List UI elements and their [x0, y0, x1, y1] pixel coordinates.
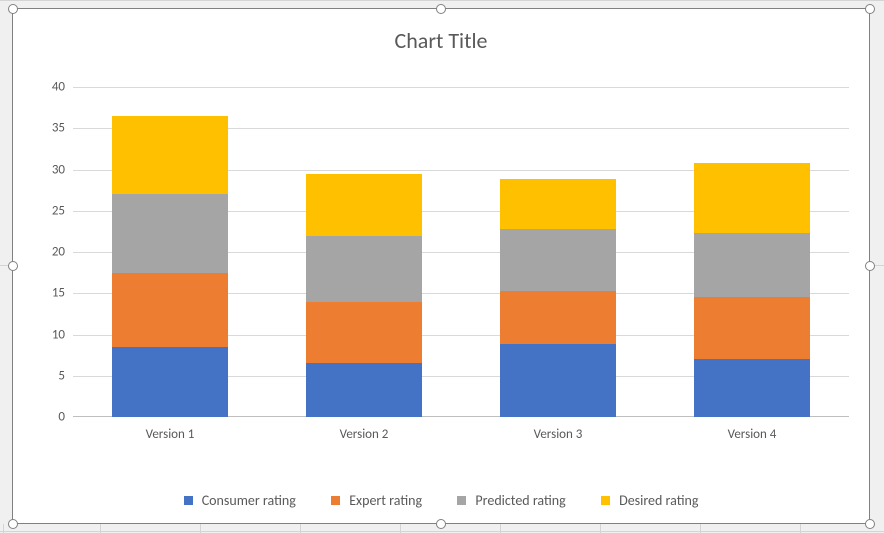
legend-item-consumer[interactable]: Consumer rating	[184, 491, 296, 509]
legend-item-desired[interactable]: Desired rating	[601, 491, 699, 509]
resize-handle-icon[interactable]	[865, 261, 875, 271]
grid-line	[0, 531, 884, 532]
legend-label: Consumer rating	[202, 492, 296, 509]
grid-line	[400, 524, 401, 533]
grid-line	[500, 524, 501, 533]
legend-swatch-icon	[331, 496, 340, 505]
bar-segment[interactable]	[112, 116, 228, 194]
legend-swatch-icon	[601, 496, 610, 505]
bar-segment[interactable]	[694, 297, 810, 359]
resize-handle-icon[interactable]	[865, 4, 875, 14]
y-tick-label: 40	[25, 80, 73, 95]
resize-handle-icon[interactable]	[436, 4, 446, 14]
legend-label: Expert rating	[349, 492, 422, 509]
bar-segment[interactable]	[112, 347, 228, 417]
grid-line	[0, 0, 884, 1]
resize-handle-icon[interactable]	[436, 519, 446, 529]
legend-label: Desired rating	[619, 492, 698, 509]
y-tick-label: 10	[25, 327, 73, 342]
bar-segment[interactable]	[500, 344, 616, 417]
grid-line	[300, 524, 301, 533]
bar-segment[interactable]	[306, 236, 422, 302]
y-tick-label: 0	[25, 410, 73, 425]
grid-line	[200, 524, 201, 533]
bar-stack[interactable]	[112, 116, 228, 417]
bar-segment[interactable]	[306, 363, 422, 417]
resize-handle-icon[interactable]	[8, 4, 18, 14]
y-tick-label: 15	[25, 286, 73, 301]
bar-stack[interactable]	[694, 163, 810, 417]
y-tick-label: 25	[25, 203, 73, 218]
x-tick-label: Version 2	[340, 417, 389, 442]
bar-segment[interactable]	[500, 179, 616, 229]
chart-title[interactable]: Chart Title	[13, 27, 869, 54]
grid-line	[700, 524, 701, 533]
resize-handle-icon[interactable]	[865, 519, 875, 529]
legend-item-predicted[interactable]: Predicted rating	[457, 491, 566, 509]
bar-segment[interactable]	[694, 163, 810, 233]
grid-line	[600, 524, 601, 533]
bar-segment[interactable]	[112, 194, 228, 272]
bar-stack[interactable]	[500, 179, 616, 417]
bar-segment[interactable]	[500, 291, 616, 345]
grid-line	[3, 524, 4, 533]
chart-object[interactable]: Chart Title 0510152025303540 Version 1Ve…	[12, 8, 870, 524]
y-tick-label: 35	[25, 121, 73, 136]
legend-swatch-icon	[457, 496, 466, 505]
legend-label: Predicted rating	[475, 492, 565, 509]
bar-segment[interactable]	[306, 174, 422, 236]
bar-segment[interactable]	[694, 233, 810, 297]
x-tick-label: Version 4	[728, 417, 777, 442]
bar-segment[interactable]	[306, 302, 422, 364]
grid-line	[100, 524, 101, 533]
bar-stack[interactable]	[306, 174, 422, 417]
bar-segment[interactable]	[694, 359, 810, 417]
y-tick-label: 20	[25, 245, 73, 260]
x-tick-label: Version 1	[146, 417, 195, 442]
y-tick-label: 30	[25, 162, 73, 177]
gridline	[73, 87, 849, 88]
bar-segment[interactable]	[112, 273, 228, 347]
grid-line	[800, 524, 801, 533]
legend[interactable]: Consumer rating Expert rating Predicted …	[13, 491, 869, 509]
resize-handle-icon[interactable]	[8, 261, 18, 271]
legend-swatch-icon	[184, 496, 193, 505]
x-tick-label: Version 3	[534, 417, 583, 442]
y-tick-label: 5	[25, 368, 73, 383]
plot-area[interactable]: 0510152025303540 Version 1Version 2Versi…	[73, 87, 849, 417]
legend-item-expert[interactable]: Expert rating	[331, 491, 422, 509]
spreadsheet-background: Chart Title 0510152025303540 Version 1Ve…	[0, 0, 884, 533]
resize-handle-icon[interactable]	[8, 519, 18, 529]
bar-segment[interactable]	[500, 229, 616, 291]
